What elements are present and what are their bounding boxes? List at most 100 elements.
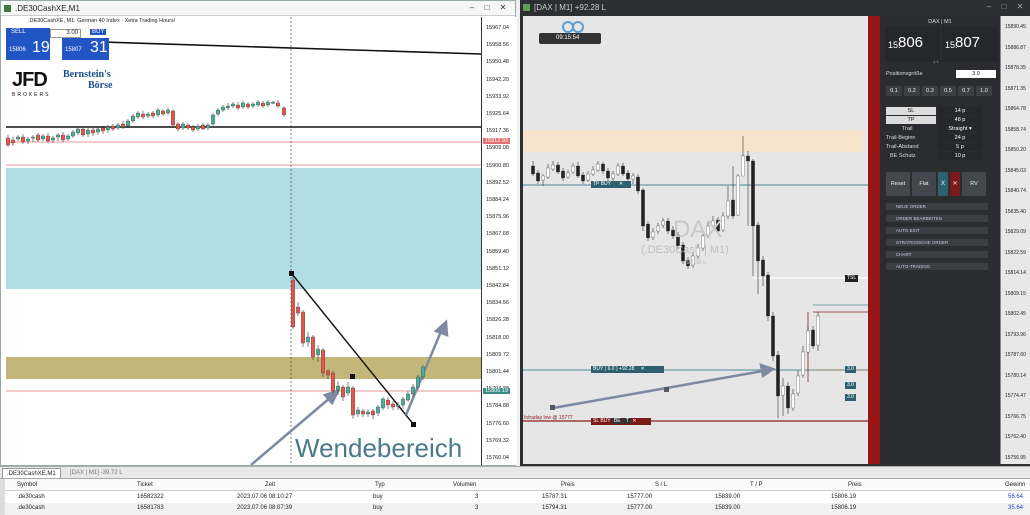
column-header[interactable]: Gewinn	[1005, 479, 1025, 491]
ask-price-box[interactable]: 15. 807	[942, 27, 997, 62]
candlestick	[801, 346, 805, 378]
size-tag-1[interactable]: 3.0	[845, 382, 856, 389]
close-icon[interactable]: ✕	[498, 3, 508, 13]
column-header[interactable]: Symbol	[17, 479, 37, 491]
position-buy-label[interactable]: BUY ( 6.0 ) +92.28 ✕	[591, 366, 664, 373]
minimize-icon[interactable]: –	[467, 3, 477, 13]
sl-toggle[interactable]: SL	[886, 107, 936, 115]
candlestick	[111, 124, 115, 131]
menu-item[interactable]: STRATEGISCHE ORDER	[886, 239, 988, 246]
close-all-button[interactable]: X	[938, 172, 948, 196]
column-header[interactable]: Typ	[375, 479, 385, 491]
menu-item[interactable]: CHART	[886, 251, 988, 258]
candlestick	[341, 385, 345, 401]
lot-button[interactable]: 0.3	[922, 86, 938, 96]
price-tick: 15851.12	[486, 265, 509, 272]
wendebereich-watermark: Wendebereich	[295, 433, 463, 463]
candlestick	[621, 163, 625, 176]
column-header[interactable]: Zeit	[265, 479, 275, 491]
bid-price-box[interactable]: 15. 806	[885, 27, 940, 62]
right-price-chart[interactable]: 09:15:54 DAX (.DE30Cash | M1) +92.28 L T…	[523, 16, 868, 464]
be-protection-input[interactable]: 10 p	[938, 152, 982, 160]
maximize-icon[interactable]: □	[482, 3, 492, 13]
price-tick: 15917.36	[486, 128, 509, 135]
flat-button[interactable]: Flat	[912, 172, 936, 196]
minimize-icon[interactable]: –	[984, 2, 994, 12]
left-window-titlebar[interactable]: .DE30CashXE,M1 – □ ✕	[1, 1, 515, 16]
maximize-icon[interactable]: □	[999, 2, 1009, 12]
close-icon: ✕	[618, 181, 624, 187]
reverse-button[interactable]: RV	[962, 172, 986, 196]
close-sell-button[interactable]: ✕	[950, 172, 960, 196]
menu-item[interactable]: AUTO-TRADING	[886, 263, 988, 270]
column-header[interactable]: S / L	[655, 479, 667, 491]
lot-button[interactable]: 0.2	[904, 86, 920, 96]
left-price-chart[interactable]: SELL 15806 19 3.00 15807 31 BUY .DE30Cas…	[6, 17, 481, 465]
size-tag-2[interactable]: 3.0	[845, 394, 856, 401]
tab-dax-m1[interactable]: [DAX | M1] -39.72 L	[66, 468, 127, 478]
trail-begin-label: Trail-Beginn	[886, 135, 916, 141]
menu-item[interactable]: AUTO EXIT	[886, 227, 988, 234]
candlestick	[136, 111, 140, 119]
right-window-titlebar[interactable]: [DAX | M1] +92.28 L – □ ✕	[520, 0, 1030, 16]
column-header[interactable]: T / P	[750, 479, 763, 491]
lot-size-input[interactable]: 3.00	[50, 29, 81, 38]
candlestick	[246, 102, 250, 109]
candlestick	[571, 163, 575, 174]
one-click-trading-panel: SELL 15806 19 3.00 15807 31 BUY	[6, 28, 109, 60]
trail-begin-input[interactable]: 24 p	[938, 134, 982, 142]
candlestick	[256, 100, 260, 107]
right-price-axis[interactable]: 15890.45 15886.87 15878.35 15871.35 15864.78…	[1000, 16, 1030, 464]
candlestick	[76, 127, 80, 135]
candlestick	[151, 111, 155, 118]
chevron-down-icon: ▾	[968, 126, 972, 132]
lot-button[interactable]: 0.5	[940, 86, 956, 96]
intraday-low-label: Intraday low @ 15777	[524, 415, 573, 421]
column-header[interactable]: Volumen	[453, 479, 476, 491]
candlestick	[141, 111, 145, 119]
tp-value-input[interactable]: 48 p	[938, 116, 982, 124]
price-tick: 15958.56	[486, 42, 509, 49]
price-tick: 15818.00	[486, 334, 509, 341]
price-tick: 15850.20	[1005, 147, 1026, 153]
table-row[interactable]: .de30cash 16581783 2023.07.06 08:07:39 buy 3…	[5, 503, 1030, 514]
column-header[interactable]: Preis	[561, 479, 575, 491]
buy-button[interactable]: 15807 31	[62, 38, 109, 60]
trail-select[interactable]: Straight ▾	[938, 125, 982, 133]
price-tick: 15867.68	[486, 231, 509, 238]
table-row[interactable]: .de30cash 16582322 2023.07.06 08:10:27 buy 3…	[5, 492, 1030, 503]
sell-button[interactable]: SELL 15806 19	[6, 28, 50, 60]
candlestick	[401, 397, 405, 409]
price-tick: 15950.48	[486, 59, 509, 66]
candlestick	[761, 256, 765, 286]
cell-tp: 15839.00	[715, 494, 741, 500]
trail-distance-input[interactable]: 5 p	[938, 143, 982, 151]
tab-de30cashxe[interactable]: .DE30CashXE,M1	[2, 468, 61, 478]
menu-item[interactable]: ORDER BEARBEITEN	[886, 215, 988, 222]
price-tick: 15822.59	[1005, 249, 1026, 256]
left-price-axis[interactable]: 15967.04 15958.56 15950.48 15942.20 15933.92…	[481, 17, 517, 465]
sl-buy-label[interactable]: SL BUY BE T ✕	[591, 418, 651, 425]
size-tag-3[interactable]: 3.0	[845, 366, 856, 373]
tsl-label[interactable]: TSL	[845, 275, 859, 282]
price-tick: 15859.40	[486, 248, 509, 255]
position-size-input[interactable]: 3.0	[956, 70, 996, 78]
price-tick: 15793.96	[1005, 331, 1026, 338]
column-header[interactable]: Ticket	[137, 479, 153, 491]
tp-toggle[interactable]: TP	[886, 116, 936, 124]
reset-button[interactable]: Reset	[886, 172, 910, 196]
position-size-label: Positionsgröße	[886, 71, 923, 77]
price-tick: 15834.56	[486, 300, 509, 307]
menu-item[interactable]: NEUE ORDER	[886, 203, 988, 210]
candlestick	[601, 162, 605, 174]
lot-button[interactable]: 1.0	[976, 86, 992, 96]
candlestick	[56, 133, 60, 141]
sl-value-input[interactable]: 14 p	[938, 107, 982, 115]
column-header[interactable]: Preis	[848, 479, 862, 491]
dax-watermark-pl: +92.28 L	[683, 260, 707, 266]
lot-button[interactable]: 0.1	[886, 86, 902, 96]
lot-button[interactable]: 0.7	[958, 86, 974, 96]
tp-buy-label[interactable]: TP BUY ✕	[591, 181, 631, 188]
close-icon[interactable]: ✕	[1015, 2, 1025, 12]
chart-icon	[4, 5, 11, 12]
